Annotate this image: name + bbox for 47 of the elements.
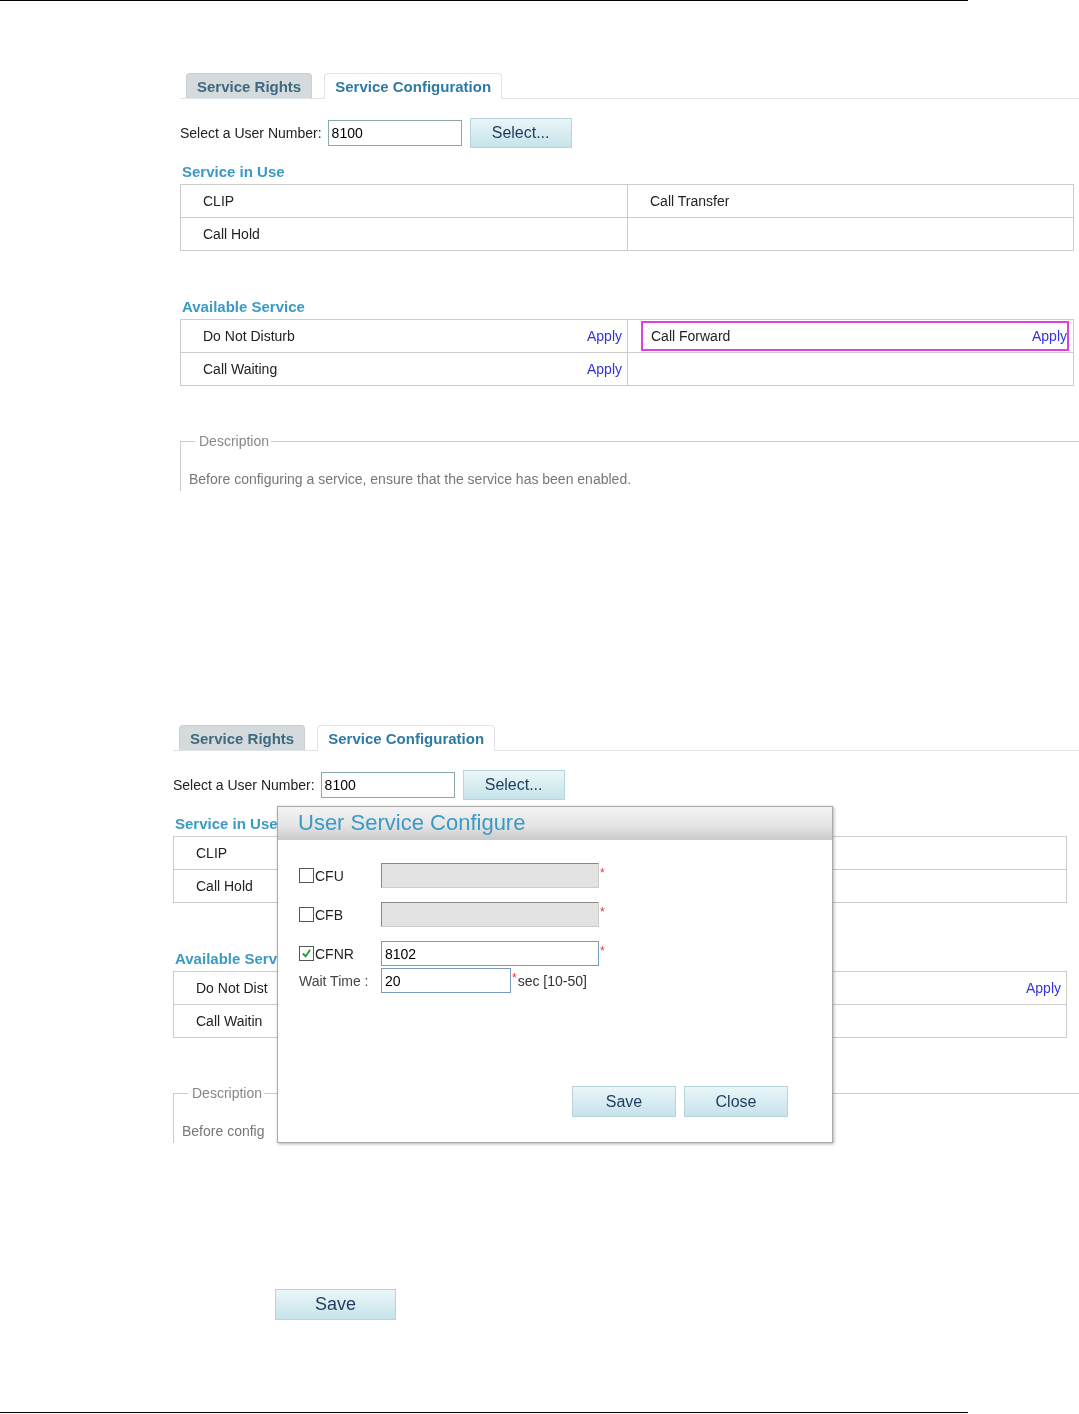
service-name: Call Transfer xyxy=(650,193,730,209)
option-label: CFNR xyxy=(315,945,354,962)
option-label: CFU xyxy=(315,867,344,884)
apply-link[interactable]: Apply xyxy=(586,361,622,377)
service-name: CLIP xyxy=(203,193,235,209)
wait-time-label: Wait Time : xyxy=(299,972,370,989)
tab[interactable]: Service Configuration xyxy=(317,725,496,751)
checkbox[interactable] xyxy=(299,946,314,961)
service-name: Do Not Disturb xyxy=(203,328,295,344)
service-name: Call Waitin xyxy=(196,1013,263,1029)
apply-link[interactable]: Apply xyxy=(586,328,622,344)
apply-link[interactable]: Apply xyxy=(1025,980,1061,996)
section-title: Service in Use xyxy=(174,814,278,834)
service-name: Call Hold xyxy=(203,226,260,242)
section-title: Available Service xyxy=(181,297,305,317)
save-button[interactable]: Save xyxy=(275,1289,396,1320)
service-name: Do Not Dist xyxy=(196,980,268,996)
service-name: Call Waiting xyxy=(203,361,278,377)
user-number-field[interactable]: 8100 xyxy=(327,120,462,146)
user-number-label: Select a User Number: xyxy=(173,777,315,793)
service-name: CLIP xyxy=(196,845,228,861)
required-mark: * xyxy=(600,866,605,880)
section-title: Service in Use xyxy=(181,162,285,182)
description-text: Before configuring a service, ensure that the service has been enabled. xyxy=(180,450,1079,491)
wait-time-field[interactable]: 20 xyxy=(381,968,511,993)
required-mark: * xyxy=(600,944,605,958)
required-mark: * xyxy=(600,905,605,919)
tab[interactable]: Service Rights xyxy=(186,73,313,98)
dialog-title: User Service Configure xyxy=(278,807,832,840)
apply-link[interactable]: Apply xyxy=(1031,328,1067,344)
service-name: Call Forward xyxy=(651,328,731,344)
required-mark: * xyxy=(512,971,517,985)
section-title: Available Serv xyxy=(174,949,277,969)
description-legend: Description xyxy=(195,433,272,449)
user-number-label: Select a User Number: xyxy=(180,125,322,141)
option-label: CFB xyxy=(315,906,343,923)
service-name: Call Hold xyxy=(196,878,253,894)
tab[interactable]: Service Rights xyxy=(179,725,306,750)
select-button[interactable]: Select... xyxy=(469,118,572,148)
forward-number-field[interactable]: 8102 xyxy=(381,941,599,966)
description-legend: Description xyxy=(188,1085,265,1101)
wait-time-hint: sec [10-50] xyxy=(517,972,587,989)
tab[interactable]: Service Configuration xyxy=(324,73,503,99)
dialog-button[interactable]: Close xyxy=(684,1086,788,1117)
select-button[interactable]: Select... xyxy=(462,770,565,800)
dialog-button[interactable]: Save xyxy=(572,1086,676,1117)
user-number-field[interactable]: 8100 xyxy=(320,772,455,798)
